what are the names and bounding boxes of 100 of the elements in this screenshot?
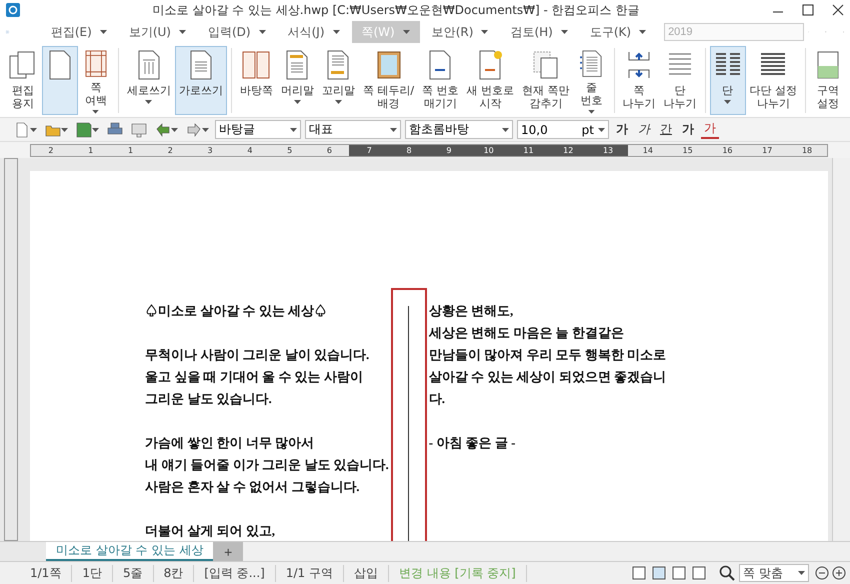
ribbon-button[interactable]: 쪽 나누기 [618, 46, 660, 115]
caret-icon [724, 100, 732, 104]
printer-icon [107, 122, 123, 138]
horizontal-ruler: 2 1 1 2 3 4 5 6 7 8 9 10 11 12 13 14 15 16 17 18 [30, 144, 828, 156]
caret-icon [798, 571, 805, 575]
caret-icon [30, 128, 37, 132]
document-text-line: 만남들이 많아져 우리 모두 행복한 미소로 [428, 346, 666, 364]
caret-icon [100, 30, 107, 34]
ribbon-button[interactable]: 꼬리말 [318, 46, 359, 115]
ribbon-button[interactable]: 새 번호로 시작 [462, 46, 518, 115]
ribbon-button[interactable]: 다단 설정 나누기 [746, 46, 801, 115]
monitor-icon [131, 122, 147, 138]
zoom-in-icon[interactable] [832, 566, 846, 580]
status-item: 8칸 [154, 564, 194, 582]
column-separator[interactable] [390, 288, 427, 541]
ribbon-button[interactable]: 단 나누기 [660, 46, 701, 115]
caret-icon [332, 30, 340, 34]
caret-icon [178, 30, 186, 34]
document-text-line: 무척이나 사람이 그리운 날이 있습니다. [145, 346, 370, 364]
ribbon-button[interactable]: 줄 번호 [574, 46, 610, 115]
menu-item[interactable]: 서식(J) [278, 21, 350, 43]
status-item: 1단 [72, 564, 113, 582]
ribbon-button[interactable]: 머리말 [276, 46, 318, 115]
language-select[interactable]: 대표 [305, 120, 401, 139]
caret-icon [290, 128, 297, 132]
ribbon-button[interactable]: 쪽 번호 매기기 [418, 46, 463, 115]
caret-icon [639, 30, 646, 34]
app-logo-icon [6, 3, 20, 17]
menu-item[interactable]: 입력(D) [198, 21, 276, 43]
redo-arrow-icon [186, 122, 202, 138]
document-text-line: 더불어 살게 되어 있고, [145, 522, 276, 540]
view-mode-icon[interactable] [651, 565, 667, 581]
status-item: [입력 중...] [194, 564, 276, 582]
view-mode-icon[interactable] [631, 565, 647, 581]
character-format-button[interactable]: 가 [635, 121, 653, 138]
margin-icon [82, 50, 109, 78]
menu-item[interactable]: 검토(H) [500, 21, 578, 43]
caret-icon [92, 110, 100, 114]
view-mode-icon[interactable] [671, 565, 687, 581]
stacked-pages-icon [532, 50, 560, 80]
save-button[interactable] [74, 120, 101, 140]
status-item: 1/1쪽 [20, 564, 72, 582]
ribbon-button[interactable]: 쪽 여백 [78, 46, 114, 115]
font-select[interactable]: 함초롬바탕 [405, 120, 513, 139]
ribbon-button[interactable]: 쪽 테두리/ 배경 [358, 46, 418, 115]
document-text-line: 살아갈 수 있는 세상이 되었으면 좋겠습니 [428, 368, 666, 386]
ribbon-button[interactable]: 가로쓰기 [174, 46, 227, 115]
character-format-button[interactable]: 가 [613, 121, 631, 138]
character-format-button[interactable]: 간 [657, 121, 675, 138]
zoom-out-icon[interactable] [815, 566, 829, 580]
document-text-line: ♤미소로 살아갈 수 있는 세상♤ [145, 302, 328, 320]
ribbon-button[interactable]: 현재 쪽만 감추기 [518, 46, 574, 115]
add-tab-button[interactable]: + [213, 542, 244, 561]
ribbon-button[interactable]: 구역 설정 [810, 46, 846, 115]
caret-icon [560, 30, 568, 34]
ribbon-button[interactable] [42, 46, 78, 115]
ribbon-button[interactable]: 바탕쪽 [236, 46, 277, 115]
menu-item[interactable]: 보안(R) [422, 21, 498, 43]
caret-icon [598, 128, 605, 132]
search-icon[interactable] [719, 565, 735, 581]
caret-icon [92, 128, 99, 132]
picture-frame-icon [376, 50, 402, 80]
status-item: 삽입 [344, 564, 389, 582]
document-text-line: 사람은 혼자 살 수 없어서 그렇습니다. [145, 478, 360, 496]
document-text-line: 다. [428, 390, 446, 408]
menu-item[interactable]: 편집(E) [40, 21, 117, 43]
ribbon-button[interactable]: 단 [710, 46, 746, 115]
menu-item[interactable]: 보기(U) [118, 21, 196, 43]
document-tab[interactable]: 미소로 살아갈 수 있는 세상 [46, 542, 214, 561]
horizontal-scrollbar[interactable] [243, 542, 850, 561]
document-text-line: 울고 싶을 때 기대어 울 수 있는 사람이 [145, 368, 364, 386]
caret-icon [294, 100, 301, 104]
ribbon-button[interactable]: 편집 용지 [4, 46, 42, 115]
caret-icon [145, 100, 152, 104]
maximize-icon[interactable] [802, 4, 814, 16]
menu-item[interactable]: 도구(K) [580, 21, 656, 43]
caret-icon [402, 30, 410, 34]
zoom-select[interactable]: 쪽 맞춤 [739, 564, 809, 582]
undo-arrow-icon [155, 122, 171, 138]
character-format-button[interactable]: 가 [679, 121, 697, 138]
view-mode-icon[interactable] [691, 565, 707, 581]
master-page-icon [241, 50, 272, 80]
style-select[interactable]: 바탕글 [215, 120, 301, 139]
document-text-line: 상황은 변해도, [428, 302, 514, 320]
caret-icon [588, 110, 596, 114]
caret-icon [61, 128, 68, 132]
character-format-button[interactable]: 가 [701, 120, 719, 139]
document-text-line: - 아침 좋은 글 - [428, 434, 516, 452]
caret-icon [481, 30, 488, 34]
document-text-line: 그리운 날도 있습니다. [145, 390, 273, 408]
document-text-line: 내 얘기 들어줄 이가 그리운 날도 있습니다. [145, 456, 389, 474]
vertical-scrollbar[interactable] [832, 158, 850, 541]
document-icon [14, 122, 30, 138]
status-item: 5줄 [112, 564, 154, 582]
caret-icon [171, 128, 178, 132]
ribbon-button[interactable]: 세로쓰기 [122, 46, 175, 115]
font-size-field[interactable]: 10,0 pt [517, 120, 609, 139]
caret-icon [390, 128, 397, 132]
document-text-line: 가슴에 쌓인 한이 너무 많아서 [145, 434, 315, 452]
section-icon [815, 50, 841, 80]
